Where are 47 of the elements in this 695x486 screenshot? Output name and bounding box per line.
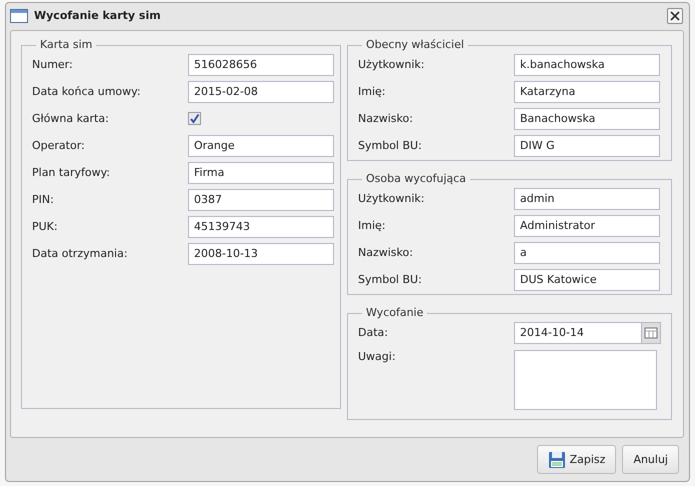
input-field[interactable]: admin	[514, 188, 660, 210]
group-title: Obecny właściciel	[365, 39, 466, 51]
close-button[interactable]	[667, 8, 683, 24]
input-field[interactable]: k.banachowska	[514, 54, 660, 76]
input-field[interactable]: a	[514, 242, 660, 264]
field-label: Symbol BU:	[358, 273, 423, 286]
input-field[interactable]: Firma	[188, 162, 334, 184]
group-title: Wycofanie	[365, 307, 424, 319]
input-field[interactable]: Orange	[188, 134, 334, 156]
field-label: Plan taryfowy:	[32, 166, 111, 179]
input-field[interactable]: Administrator	[514, 214, 660, 236]
date-field[interactable]: 2014-10-14	[514, 322, 641, 344]
field-label: PUK:	[32, 220, 59, 233]
input-field[interactable]: DUS Katowice	[514, 268, 660, 290]
calendar-icon[interactable]	[641, 322, 661, 344]
field-label: Imię:	[358, 85, 386, 98]
input-field[interactable]: 0387	[188, 188, 334, 210]
field-label: Użytkownik:	[358, 192, 426, 205]
group-title: Osoba wycofująca	[365, 173, 468, 185]
field-label: PIN:	[32, 193, 55, 206]
field-label: Główna karta:	[32, 112, 110, 125]
input-field[interactable]: 45139743	[188, 216, 334, 238]
field-label: Data otrzymania:	[32, 247, 129, 260]
checkbox[interactable]	[188, 112, 201, 125]
window-title: Wycofanie karty sim	[34, 9, 162, 22]
field-label: Data końca umowy:	[32, 85, 142, 98]
field-label: Imię:	[358, 219, 386, 232]
field-label: Operator:	[32, 139, 86, 152]
field-label: Nazwisko:	[358, 112, 414, 125]
input-field[interactable]: 516028656	[188, 54, 334, 76]
field-label: Użytkownik:	[358, 58, 426, 71]
save-button[interactable]: Zapisz	[536, 445, 616, 474]
input-field[interactable]: Banachowska	[514, 108, 660, 130]
field-label: Uwagi:	[358, 350, 397, 363]
notes-field[interactable]	[514, 350, 657, 410]
input-field[interactable]: 2008-10-13	[188, 242, 334, 264]
group-title: Karta sim	[39, 39, 94, 51]
input-field[interactable]: Katarzyna	[514, 80, 660, 102]
field-label: Nazwisko:	[358, 246, 414, 259]
input-field[interactable]: DIW G	[514, 134, 660, 156]
field-label: Data:	[358, 326, 389, 339]
window-icon	[10, 8, 28, 22]
input-field[interactable]: 2015-02-08	[188, 80, 334, 102]
close-icon	[670, 10, 680, 20]
cancel-button[interactable]: Anuluj	[622, 445, 679, 474]
field-label: Symbol BU:	[358, 139, 423, 152]
field-label: Numer:	[32, 58, 74, 71]
